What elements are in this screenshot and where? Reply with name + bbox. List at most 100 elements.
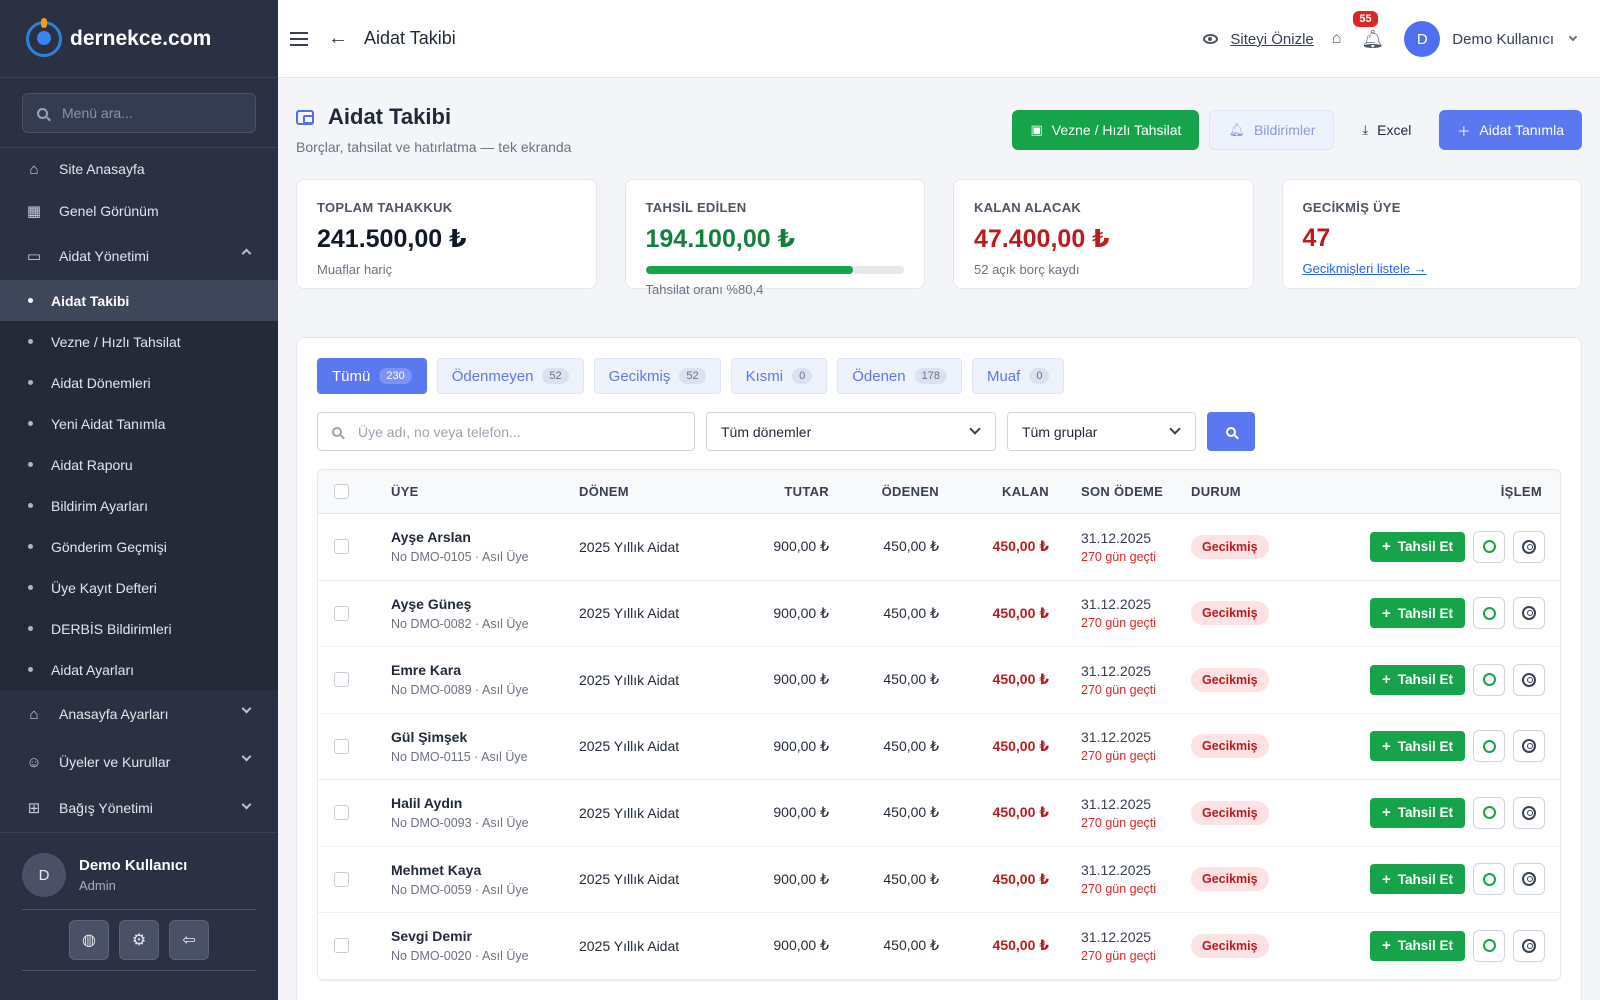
sidebar-subitem-vezne[interactable]: Vezne / Hızlı Tahsilat xyxy=(0,321,278,362)
sidebar-item-anasayfa-ayarlari[interactable]: ⌂ Anasayfa Ayarları xyxy=(0,690,278,738)
group-select[interactable]: Tüm gruplar xyxy=(1007,412,1196,451)
whatsapp-button[interactable] xyxy=(1473,663,1505,696)
bullet-icon xyxy=(28,503,33,508)
tab-kısmi[interactable]: Kısmi 0 xyxy=(730,358,828,394)
member-name[interactable]: Gül Şimşek xyxy=(391,729,579,745)
bell-icon[interactable]: 🔔︎ 55 xyxy=(1353,10,1384,50)
member-profile-button[interactable] xyxy=(1513,730,1545,763)
col-header-son-odeme[interactable]: SON ÖDEME xyxy=(1059,484,1189,499)
whatsapp-icon xyxy=(1482,939,1496,953)
member-name[interactable]: Ayşe Güneş xyxy=(391,596,579,612)
member-profile-button[interactable] xyxy=(1513,796,1545,829)
tab-muaf[interactable]: Muaf 0 xyxy=(971,358,1065,394)
sidebar-item-site-anasayfa[interactable]: ⌂ Site Anasayfa xyxy=(0,148,278,190)
member-profile-button[interactable] xyxy=(1513,663,1545,696)
aidat-tanimla-button[interactable]: ＋ Aidat Tanımla xyxy=(1439,110,1582,150)
row-checkbox[interactable] xyxy=(334,938,349,954)
avatar[interactable]: D xyxy=(22,853,66,897)
tahsil-et-button[interactable]: + Tahsil Et xyxy=(1369,731,1465,762)
whatsapp-button[interactable] xyxy=(1473,530,1505,563)
eye-icon xyxy=(1203,34,1219,44)
sidebar-subitem-aidat-raporu[interactable]: Aidat Raporu xyxy=(0,444,278,485)
whatsapp-button[interactable] xyxy=(1473,929,1505,962)
member-name[interactable]: Ayşe Arslan xyxy=(391,529,579,545)
topbar-user-name[interactable]: Demo Kullanıcı xyxy=(1452,31,1554,48)
chevron-down-icon[interactable] xyxy=(1568,32,1578,42)
col-header-durum[interactable]: DURUM xyxy=(1189,484,1329,499)
logout-icon[interactable]: ⇦ xyxy=(169,920,209,960)
brand[interactable]: dernekce.com xyxy=(0,0,278,78)
avatar[interactable]: D xyxy=(1404,21,1441,57)
member-profile-button[interactable] xyxy=(1513,929,1545,962)
member-name[interactable]: Emre Kara xyxy=(391,662,579,678)
row-checkbox[interactable] xyxy=(334,605,349,621)
home-icon: ⌂ xyxy=(29,705,39,723)
member-name[interactable]: Sevgi Demir xyxy=(391,928,579,944)
chevron-down-icon xyxy=(1169,423,1181,435)
search-button[interactable] xyxy=(1207,412,1255,451)
sidebar-subitem-yeni-aidat[interactable]: Yeni Aidat Tanımla xyxy=(0,403,278,444)
sidebar-subitem-gonderim-gecmisi[interactable]: Gönderim Geçmişi xyxy=(0,526,278,567)
row-checkbox[interactable] xyxy=(334,672,349,688)
member-name[interactable]: Halil Aydın xyxy=(391,795,579,811)
bildirimler-button[interactable]: 🔔︎ Bildirimler xyxy=(1209,110,1335,150)
back-arrow-icon[interactable]: ← xyxy=(328,27,348,50)
sidebar-subitem-uye-kayit[interactable]: Üye Kayıt Defteri xyxy=(0,567,278,608)
whatsapp-button[interactable] xyxy=(1473,863,1505,896)
tab-tümü[interactable]: Tümü 230 xyxy=(317,358,427,394)
gear-icon[interactable]: ⚙ xyxy=(119,920,159,960)
member-name[interactable]: Mehmet Kaya xyxy=(391,862,579,878)
dues-panel: Tümü 230 Ödenmeyen 52 Gecikmiş 52 Kısmi 0 Ödenen… xyxy=(296,337,1582,1000)
tahsil-et-button[interactable]: + Tahsil Et xyxy=(1369,797,1465,828)
globe-icon[interactable]: ◍ xyxy=(69,920,109,960)
row-checkbox[interactable] xyxy=(334,805,349,821)
sidebar-item-uyeler-kurullar[interactable]: ☺ Üyeler ve Kurullar xyxy=(0,738,278,786)
col-header-tutar[interactable]: TUTAR xyxy=(739,484,839,499)
tab-ödenmeyen[interactable]: Ödenmeyen 52 xyxy=(436,358,584,394)
preview-site-link[interactable]: Siteyi Önizle xyxy=(1203,31,1314,48)
row-checkbox[interactable] xyxy=(334,539,349,555)
col-header-odenen[interactable]: ÖDENEN xyxy=(839,484,949,499)
bullet-icon xyxy=(28,585,33,590)
member-profile-button[interactable] xyxy=(1513,530,1545,563)
sidebar-item-aidat-yonetimi[interactable]: ▭ Aidat Yönetimi xyxy=(0,232,278,280)
vezne-button[interactable]: ▣ Vezne / Hızlı Tahsilat xyxy=(1012,110,1200,150)
member-profile-button[interactable] xyxy=(1513,597,1545,630)
overdue-days: 270 gün geçti xyxy=(1081,948,1157,963)
sidebar-subitem-aidat-donemleri[interactable]: Aidat Dönemleri xyxy=(0,362,278,403)
period-select[interactable]: Tüm dönemler xyxy=(706,412,996,451)
row-checkbox[interactable] xyxy=(334,871,349,887)
sidebar-item-bagis-yonetimi[interactable]: ⊞ Bağış Yönetimi xyxy=(0,786,278,830)
col-header-uye[interactable]: ÜYE xyxy=(391,484,579,499)
whatsapp-button[interactable] xyxy=(1473,597,1505,630)
whatsapp-button[interactable] xyxy=(1473,796,1505,829)
gift-icon: ⊞ xyxy=(27,800,41,817)
list-overdue-link[interactable]: Gecikmişleri listele → xyxy=(1303,261,1427,276)
tab-gecikmiş[interactable]: Gecikmiş 52 xyxy=(593,358,721,394)
users-icon: ☺ xyxy=(26,753,42,771)
bullet-icon xyxy=(28,339,33,344)
sidebar-subitem-aidat-ayarlari[interactable]: Aidat Ayarları xyxy=(0,649,278,690)
sidebar-user-actions: ◍ ⚙ ⇦ xyxy=(22,909,256,971)
col-header-kalan[interactable]: KALAN xyxy=(949,484,1059,499)
excel-button[interactable]: ⤓ Excel xyxy=(1344,110,1429,150)
member-search-input[interactable]: Üye adı, no veya telefon... xyxy=(317,412,695,451)
tahsil-et-button[interactable]: + Tahsil Et xyxy=(1369,531,1465,562)
sidebar-subitem-derbis[interactable]: DERBİS Bildirimleri xyxy=(0,608,278,649)
member-profile-button[interactable] xyxy=(1513,863,1545,896)
sidebar-search-input[interactable]: Menü ara... xyxy=(22,93,256,133)
tahsil-et-button[interactable]: + Tahsil Et xyxy=(1369,930,1465,961)
tahsil-et-button[interactable]: + Tahsil Et xyxy=(1369,598,1465,629)
sidebar-subitem-bildirim-ayarlari[interactable]: Bildirim Ayarları xyxy=(0,485,278,526)
menu-icon[interactable] xyxy=(290,28,308,50)
home-icon[interactable]: ⌂ xyxy=(1332,30,1342,48)
tab-ödenen[interactable]: Ödenen 178 xyxy=(837,358,962,394)
select-all-checkbox[interactable] xyxy=(334,484,349,499)
sidebar-item-genel-gorunum[interactable]: ▦ Genel Görünüm xyxy=(0,190,278,232)
tahsil-et-button[interactable]: + Tahsil Et xyxy=(1369,864,1465,895)
whatsapp-button[interactable] xyxy=(1473,730,1505,763)
col-header-donem[interactable]: DÖNEM xyxy=(579,484,739,499)
sidebar-subitem-aidat-takibi[interactable]: Aidat Takibi xyxy=(0,280,278,321)
tahsil-et-button[interactable]: + Tahsil Et xyxy=(1369,664,1465,695)
row-checkbox[interactable] xyxy=(334,738,349,754)
